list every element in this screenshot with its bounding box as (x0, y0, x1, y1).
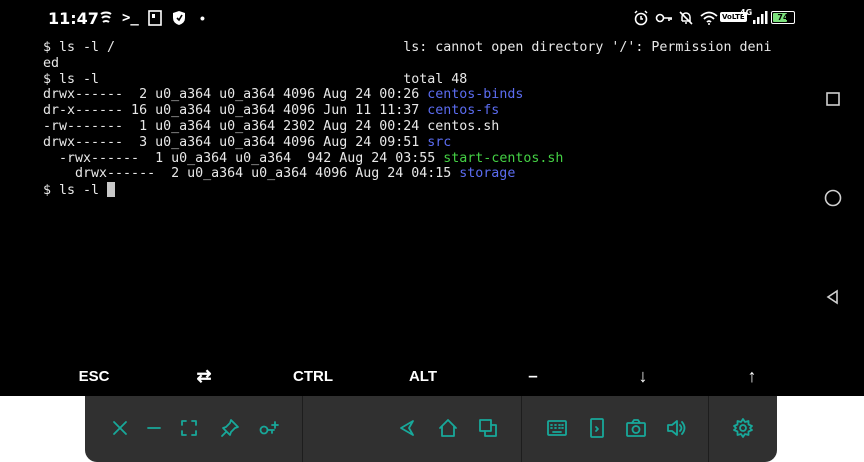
terminal-line: $ ls -l / ls: cannot open directory '/':… (43, 40, 772, 56)
screen-icon (148, 9, 162, 27)
file-name: storage (459, 166, 516, 182)
terminal-text: $ ls -l total 48 (43, 71, 468, 87)
terminal-text: drwx------ 2 u0_a364 u0_a364 4096 Aug 24… (43, 166, 460, 182)
status-time: 11:47 (48, 9, 99, 28)
terminal-line: drwx------ 2 u0_a364 u0_a364 4096 Aug 24… (43, 166, 515, 182)
network-type: 4G (740, 8, 753, 17)
battery-percent: 74 (777, 13, 789, 22)
square-icon (826, 92, 840, 106)
key-add-button[interactable] (257, 416, 281, 440)
back-nav-button[interactable] (395, 416, 419, 440)
toolbar-divider (302, 396, 303, 462)
extra-keys-row: ESC ⇄ CTRL ALT – ↓ ↑ (0, 358, 820, 394)
minimize-button[interactable] (142, 416, 166, 440)
terminal-text: -rw------- 1 u0_a364 u0_a364 2302 Aug 24… (43, 119, 500, 134)
ctrl-key[interactable]: CTRL (283, 358, 343, 394)
alarm-icon (633, 9, 649, 27)
terminal-line: ed (43, 56, 59, 72)
wifi-icon (700, 9, 718, 27)
home-button[interactable] (822, 187, 844, 209)
terminal-line: $ ls -l (43, 182, 116, 199)
terminal-line: drwx------ 2 u0_a364 u0_a364 4096 Aug 24… (43, 87, 523, 103)
keyboard-icon (547, 420, 567, 436)
file-name: centos-binds (427, 87, 524, 103)
triangle-back-icon (826, 289, 838, 305)
hotspot-icon (97, 9, 115, 27)
phone-rotate-icon (590, 418, 604, 438)
terminal-line: -rw------- 1 u0_a364 u0_a364 2302 Aug 24… (43, 119, 499, 135)
home-nav-button[interactable] (436, 416, 460, 440)
terminal-text: drwx------ 3 u0_a364 u0_a364 4096 Aug 24… (43, 134, 428, 150)
screenshot-button[interactable] (624, 416, 648, 440)
terminal-line: $ ls -l total 48 (43, 72, 467, 88)
dash-key[interactable]: – (503, 358, 563, 394)
fullscreen-button[interactable] (177, 416, 201, 440)
pin-icon (221, 419, 239, 437)
camera-icon (626, 419, 646, 437)
volume-icon (667, 420, 686, 436)
terminal-icon: >_ (122, 10, 139, 26)
terminal-text: $ ls -l (43, 183, 108, 199)
recent-apps-button[interactable] (822, 88, 844, 110)
key-plus-icon (259, 421, 279, 435)
rotate-button[interactable] (585, 416, 609, 440)
back-icon (400, 420, 414, 436)
gear-icon (733, 418, 753, 438)
file-name: start-centos.sh (443, 150, 564, 166)
circle-icon (824, 189, 842, 207)
terminal-output[interactable]: $ ls -l / ls: cannot open directory '/':… (43, 40, 803, 360)
terminal-text: drwx------ 2 u0_a364 u0_a364 4096 Aug 24… (43, 87, 428, 103)
shield-icon (172, 9, 186, 27)
keyboard-button[interactable] (545, 416, 569, 440)
recents-icon (479, 419, 497, 437)
recents-nav-button[interactable] (476, 416, 500, 440)
terminal-line: drwx------ 3 u0_a364 u0_a364 4096 Aug 24… (43, 135, 451, 151)
tab-key[interactable]: ⇄ (174, 358, 234, 394)
terminal-text: $ ls -l / ls: cannot open directory '/':… (43, 40, 772, 55)
notification-dot-icon: • (200, 10, 205, 26)
terminal-line: dr-x------ 16 u0_a364 u0_a364 4096 Jun 1… (43, 103, 499, 119)
terminal-text: ed (43, 55, 60, 71)
close-button[interactable] (108, 416, 132, 440)
toolbar-divider (708, 396, 709, 462)
terminal-line: -rwx------ 1 u0_a364 u0_a364 942 Aug 24 … (43, 151, 563, 167)
terminal-text: -rwx------ 1 u0_a364 u0_a364 942 Aug 24 … (43, 150, 444, 166)
file-name: centos-fs (427, 103, 500, 119)
fullscreen-icon (181, 420, 197, 436)
down-arrow-key[interactable]: ↓ (613, 358, 673, 394)
volume-button[interactable] (664, 416, 688, 440)
pin-button[interactable] (218, 416, 242, 440)
alt-key[interactable]: ALT (393, 358, 453, 394)
status-bar: 11:47 >_ • VoLTE 4G 74 (0, 0, 820, 36)
floating-toolbar (85, 396, 777, 462)
toolbar-divider (521, 396, 522, 462)
file-name: src (427, 134, 452, 150)
back-button[interactable] (822, 286, 844, 308)
up-arrow-key[interactable]: ↑ (722, 358, 782, 394)
minus-icon (147, 427, 161, 429)
mute-icon (678, 9, 694, 27)
terminal-cursor (107, 182, 116, 198)
signal-icon (752, 9, 768, 27)
terminal-text: dr-x------ 16 u0_a364 u0_a364 4096 Jun 1… (43, 103, 428, 119)
close-icon (113, 421, 127, 435)
battery-icon: 74 (771, 11, 795, 24)
home-icon (439, 419, 457, 437)
key-icon (655, 9, 673, 27)
settings-button[interactable] (731, 416, 755, 440)
esc-key[interactable]: ESC (64, 358, 124, 394)
